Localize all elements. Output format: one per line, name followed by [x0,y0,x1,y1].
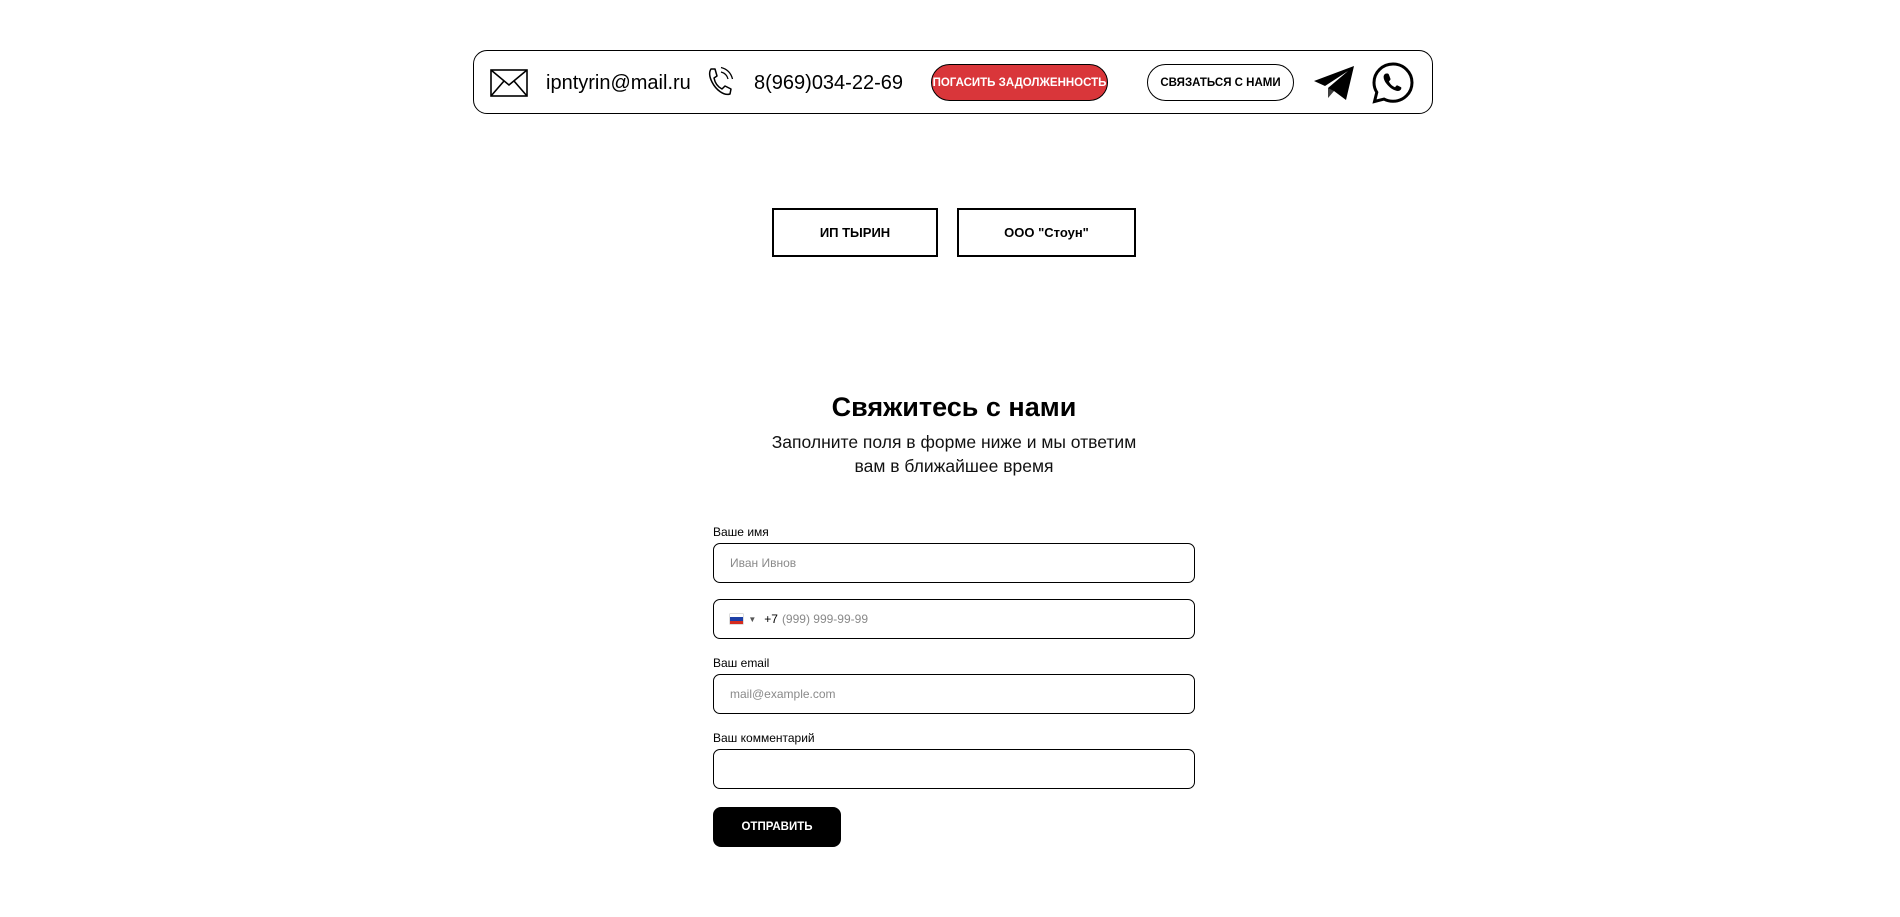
tab-ip-tyrin[interactable]: ИП ТЫРИН [772,208,938,257]
phone-icon[interactable] [704,66,734,98]
name-field [713,543,1195,583]
form-subtitle-line1: Заполните поля в форме ниже и мы ответим [771,432,1137,452]
submit-button[interactable]: ОТПРАВИТЬ [713,807,841,847]
phone-prefix: +7 [764,612,778,626]
form-subtitle: Заполните поля в форме ниже и мы ответим… [0,430,1900,478]
country-dropdown-icon[interactable]: ▼ [748,615,756,624]
name-label: Ваше имя [713,525,769,539]
contact-bar: ipntyrin@mail.ru 8(969)034-22-69 ПОГАСИТ… [473,50,1433,114]
comment-field [713,749,1195,789]
mail-icon[interactable] [490,69,528,97]
page: ipntyrin@mail.ru 8(969)034-22-69 ПОГАСИТ… [0,0,1900,917]
telegram-icon[interactable] [1312,63,1356,103]
tab-ooo-stoun[interactable]: ООО "Стоун" [957,208,1136,257]
phone-link[interactable]: 8(969)034-22-69 [754,70,903,96]
phone-input[interactable] [781,612,1194,626]
comment-label: Ваш комментарий [713,731,815,745]
pay-debt-button[interactable]: ПОГАСИТЬ ЗАДОЛЖЕННОСТЬ [931,64,1108,101]
form-subtitle-line2: вам в ближайшее время [854,456,1054,476]
email-label: Ваш email [713,656,770,670]
email-link[interactable]: ipntyrin@mail.ru [546,70,691,96]
form-title: Свяжитесь с нами [831,392,1077,422]
email-field [713,674,1195,714]
name-input[interactable] [730,556,1194,570]
phone-field: ▼ +7 [713,599,1195,639]
email-input[interactable] [730,687,1194,701]
comment-input[interactable] [730,762,1194,776]
whatsapp-icon[interactable] [1371,61,1415,105]
russia-flag-icon[interactable] [730,614,744,624]
contact-us-button[interactable]: СВЯЗАТЬСЯ С НАМИ [1147,64,1294,101]
